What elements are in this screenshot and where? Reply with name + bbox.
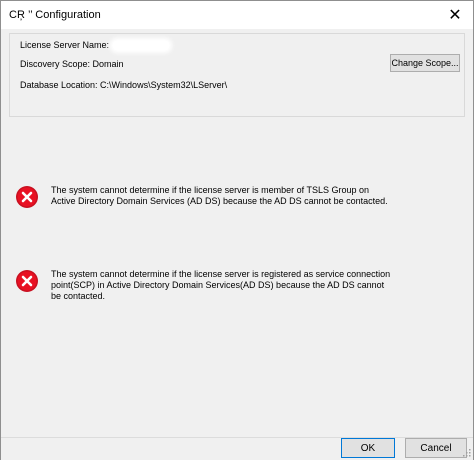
window-title: CŖ ’’ Configuration bbox=[9, 9, 101, 21]
error-text: The system cannot determine if the licen… bbox=[51, 269, 391, 301]
error-icon bbox=[16, 186, 38, 208]
ok-button[interactable]: OK bbox=[341, 438, 395, 458]
redacted-server-name bbox=[113, 41, 170, 51]
database-location-text: Database Location: C:\Windows\System32\L… bbox=[20, 80, 228, 90]
configuration-dialog: CŖ ’’ Configuration ✕ License Server Na… bbox=[0, 0, 474, 460]
license-server-label: License Server Name: bbox=[20, 40, 110, 50]
error-icon bbox=[16, 270, 38, 292]
license-server-row: License Server Name: bbox=[20, 40, 170, 51]
dialog-footer bbox=[1, 437, 473, 460]
cancel-button[interactable]: Cancel bbox=[405, 438, 467, 458]
close-button[interactable]: ✕ bbox=[437, 1, 473, 29]
server-info-panel: License Server Name: Discovery Scope: Do… bbox=[9, 33, 465, 117]
resize-grip-icon[interactable] bbox=[461, 447, 471, 457]
error-text: The system cannot determine if the licen… bbox=[51, 185, 388, 206]
title-bar[interactable]: CŖ ’’ Configuration ✕ bbox=[1, 1, 473, 29]
discovery-scope-text: Discovery Scope: Domain bbox=[20, 59, 124, 69]
change-scope-button[interactable]: Change Scope... bbox=[390, 54, 460, 72]
